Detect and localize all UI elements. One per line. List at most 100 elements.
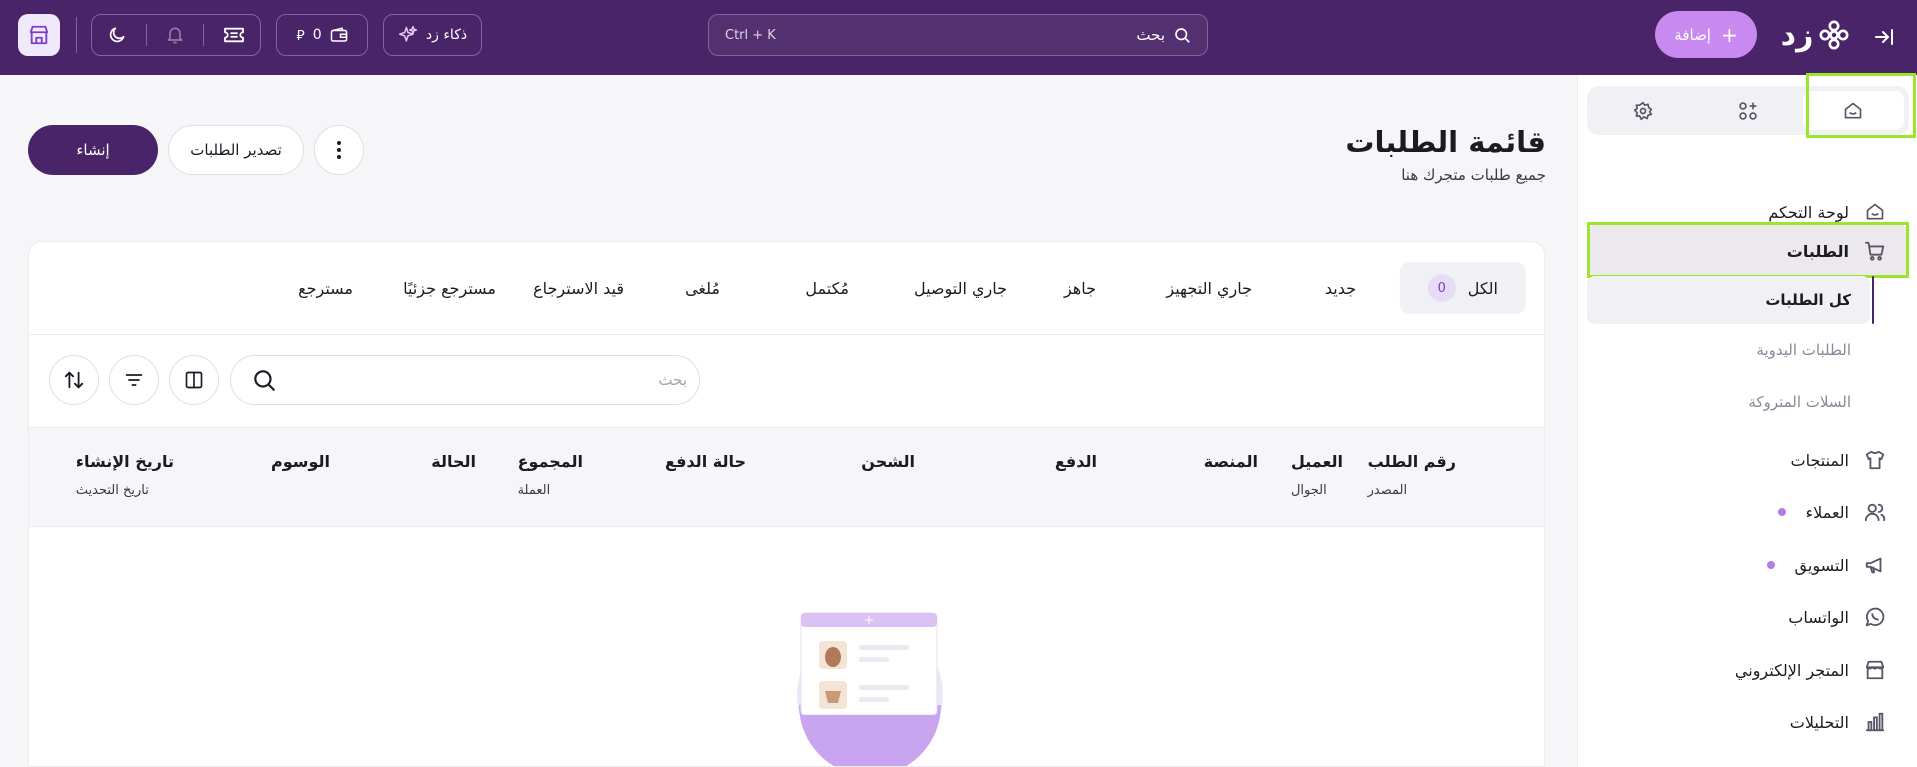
column-order-number[interactable]: رقم الطلب المصدر [1368,452,1456,498]
global-search[interactable]: بحث Ctrl + K [708,14,1208,56]
apps-icon [1739,101,1757,120]
column-sublabel: تاريخ التحديث [75,483,149,498]
status-tabs: الكل 0 جديد جاري التجهيز جاهز جاري التوص… [29,242,1544,335]
tab-label: مسترجع [298,278,353,298]
sidebar-item-online-store[interactable]: المتجر الإلكتروني [1735,650,1887,690]
column-label: الدفع [1054,452,1097,471]
column-shipping[interactable]: الشحن [861,452,915,471]
divider [76,17,77,53]
add-button[interactable]: + إضافة [1655,11,1757,58]
ticket-button[interactable] [223,26,245,44]
empty-orders-illustration: + [797,612,943,766]
divider [145,24,147,46]
wallet-button[interactable]: 0 ⃁ [276,14,368,56]
column-label: المنصة [1203,452,1258,471]
tab-settings[interactable] [1592,91,1693,130]
tab-returned[interactable]: مسترجع [298,262,353,314]
tab-processing[interactable]: جاري التجهيز [1166,262,1252,314]
tab-all[interactable]: الكل 0 [1399,262,1526,314]
sidebar-item-orders[interactable]: الطلبات [1787,231,1887,271]
ai-button-label: ذكاء زد [425,27,468,43]
sidebar-item-label: لوحة التحكم [1768,202,1849,222]
tab-new[interactable]: جديد [1325,262,1356,314]
columns-button[interactable] [169,355,219,405]
store-button[interactable] [18,14,60,56]
export-orders-button[interactable]: تصدير الطلبات [168,125,304,175]
tab-label: قيد الاسترجاع [533,278,624,298]
column-sublabel: المصدر [1367,483,1408,498]
table-toolbar [29,335,1544,427]
column-tags[interactable]: الوسوم [271,452,330,471]
search-icon [1175,28,1190,43]
tab-ready[interactable]: جاهز [1064,262,1096,314]
sidebar-subitem-all-orders[interactable]: كل الطلبات [1765,280,1851,320]
search-input[interactable] [291,371,687,389]
zid-logo[interactable]: زد [1772,14,1858,56]
column-status[interactable]: الحالة [431,452,476,471]
add-button-label: إضافة [1674,25,1711,44]
active-subitem-indicator [1872,276,1874,324]
tab-home[interactable] [1802,91,1904,130]
sidebar-item-products[interactable]: المنتجات [1791,440,1888,480]
tab-cancelled[interactable]: مُلغى [685,262,720,314]
tab-delivering[interactable]: جاري التوصيل [914,262,1007,314]
orders-card: الكل 0 جديد جاري التجهيز جاهز جاري التوص… [28,241,1545,767]
sort-icon [64,371,84,389]
tab-completed[interactable]: مُكتمل [805,262,849,314]
sidebar-item-label: الواتساب [1788,607,1849,627]
sidebar-item-customers[interactable]: العملاء [1777,492,1887,532]
more-options-button[interactable] [314,125,364,175]
notification-dot [1777,508,1786,516]
store-icon [29,25,49,45]
sidebar-item-analytics[interactable]: التحليلات [1790,702,1887,742]
top-bar: زد + إضافة بحث Ctrl + K ذكاء زد 0 ⃁ [0,0,1917,75]
column-platform[interactable]: المنصة [1204,452,1258,471]
svg-text:+: + [864,613,874,627]
column-created-date[interactable]: تاريخ الإنشاء تاريخ التحديث [76,452,174,498]
sort-button[interactable] [49,355,99,405]
column-sublabel: العملة [517,483,551,498]
filter-button[interactable] [109,355,159,405]
column-payment-status[interactable]: حالة الدفع [665,452,746,471]
column-customer[interactable]: العميل الجوال [1291,452,1343,498]
page-title: قائمة الطلبات [1345,125,1546,159]
create-order-button[interactable]: إنشاء [28,125,158,175]
sidebar-subitem-manual-orders[interactable]: الطلبات اليدوية [1756,330,1851,370]
bell-icon [167,27,183,44]
dark-mode-toggle[interactable] [107,25,127,45]
columns-icon [185,371,203,389]
more-vertical-icon [337,141,341,159]
currency-symbol: ⃁ [296,28,305,44]
column-total[interactable]: المجموع العملة [518,452,583,498]
whatsapp-icon [1863,605,1887,629]
sidebar-subitem-abandoned-carts[interactable]: السلات المتروكة [1748,382,1851,422]
tab-returning[interactable]: قيد الاسترجاع [533,262,624,314]
orders-search [230,355,700,405]
column-label: العميل [1290,452,1343,471]
sidebar-item-whatsapp[interactable]: الواتساب [1788,597,1887,637]
page-subtitle: جميع طلبات متجرك هنا [1401,166,1546,184]
collapse-sidebar-icon [1875,29,1893,45]
collapse-sidebar-button[interactable] [1864,22,1904,52]
zid-ai-button[interactable]: ذكاء زد [383,14,482,56]
global-search-label: بحث [1136,26,1165,44]
notification-dot [1766,561,1775,569]
shirt-icon [1863,448,1887,472]
search-icon [254,370,275,391]
column-label: المجموع [517,452,583,471]
sidebar-item-label: المتجر الإلكتروني [1734,660,1849,680]
search-shortcut: Ctrl + K [725,27,776,43]
tab-apps[interactable] [1697,91,1798,130]
moon-icon [110,27,125,43]
megaphone-icon [1863,553,1887,577]
tab-partially-returned[interactable]: مسترجع جزئيًا [403,262,496,314]
column-label: الشحن [861,452,915,471]
tab-label: الكل [1467,278,1498,298]
home-icon [1863,200,1887,224]
users-icon [1863,500,1887,524]
notifications-button[interactable] [165,25,185,45]
column-label: حالة الدفع [665,452,746,471]
bar-chart-icon [1863,710,1887,734]
sidebar-item-marketing[interactable]: التسويق [1766,545,1887,585]
column-payment[interactable]: الدفع [1055,452,1097,471]
